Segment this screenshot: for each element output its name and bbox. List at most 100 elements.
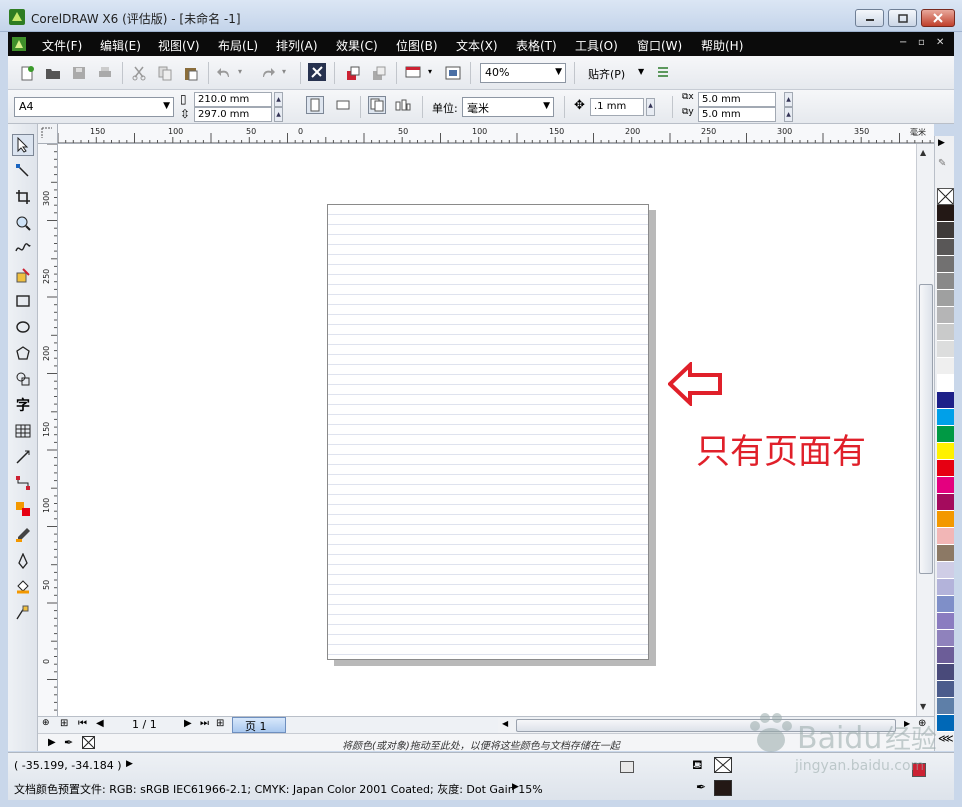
text-tool-icon[interactable]: 字 <box>12 394 34 416</box>
snap-dropdown-icon[interactable]: ▼ <box>638 67 644 76</box>
color-swatch[interactable] <box>937 630 954 647</box>
blend-tool-icon[interactable] <box>12 498 34 520</box>
dimension-tool-icon[interactable] <box>12 446 34 468</box>
all-pages-button[interactable] <box>368 96 386 114</box>
page-height-input[interactable]: 297.0 mm <box>194 107 272 122</box>
doc-restore-icon[interactable]: ▫ <box>918 37 925 48</box>
scroll-up-icon[interactable]: ▲ <box>920 148 926 157</box>
color-swatch[interactable] <box>937 392 954 409</box>
color-swatch[interactable] <box>937 545 954 562</box>
menu-table[interactable]: 表格(T) <box>516 37 557 54</box>
export-icon[interactable] <box>370 64 388 82</box>
no-color-swatch[interactable] <box>82 736 95 749</box>
interactive-fill-tool-icon[interactable] <box>12 602 34 624</box>
height-spinner-icon[interactable]: ▲ <box>274 107 283 122</box>
close-button[interactable] <box>921 9 955 27</box>
menu-arrange[interactable]: 排列(A) <box>276 37 318 54</box>
rectangle-tool-icon[interactable] <box>12 290 34 312</box>
palette-options-icon[interactable]: ▶ <box>48 737 56 748</box>
undo-dropdown-icon[interactable]: ▾ <box>238 67 242 76</box>
add-page-after-icon[interactable]: ⊞ <box>216 718 224 729</box>
basic-shapes-tool-icon[interactable] <box>12 368 34 390</box>
profile-expand-icon[interactable]: ▶ <box>512 782 519 792</box>
crop-tool-icon[interactable] <box>12 186 34 208</box>
color-swatch[interactable] <box>937 290 954 307</box>
undo-icon[interactable] <box>216 64 234 82</box>
redo-dropdown-icon[interactable]: ▾ <box>282 67 286 76</box>
snap-to-button[interactable]: 贴齐(P) <box>588 66 625 82</box>
color-swatch[interactable] <box>937 494 954 511</box>
maximize-button[interactable] <box>888 9 917 27</box>
drawing-canvas[interactable]: 只有页面有 <box>58 144 916 716</box>
zoom-one-shot-icon[interactable]: ⊕ <box>42 718 50 728</box>
print-icon[interactable] <box>96 64 114 82</box>
vertical-scrollbar[interactable]: ▲ ▼ <box>916 144 934 716</box>
color-swatch[interactable] <box>937 511 954 528</box>
color-swatch[interactable] <box>937 443 954 460</box>
color-swatch[interactable] <box>937 324 954 341</box>
color-swatch[interactable] <box>937 222 954 239</box>
menu-help[interactable]: 帮助(H) <box>701 37 743 54</box>
minimize-button[interactable] <box>855 9 884 27</box>
doc-minimize-icon[interactable]: − <box>899 37 907 48</box>
outline-pen-tool-icon[interactable] <box>12 550 34 572</box>
zoom-tool-icon[interactable] <box>12 212 34 234</box>
fill-tool-icon[interactable] <box>12 576 34 598</box>
width-spinner-icon[interactable]: ▲ <box>274 92 283 107</box>
cut-icon[interactable] <box>130 64 148 82</box>
page-size-select[interactable]: A4 ▼ <box>14 97 174 117</box>
import-icon[interactable] <box>344 64 362 82</box>
publish-pdf-icon[interactable] <box>404 64 422 82</box>
eyedropper-tool-icon[interactable] <box>12 524 34 546</box>
color-swatch[interactable] <box>937 681 954 698</box>
connector-tool-icon[interactable] <box>12 472 34 494</box>
color-swatch[interactable] <box>937 341 954 358</box>
pick-tool-icon[interactable] <box>12 134 34 156</box>
eyedropper-icon[interactable]: ✒ <box>64 736 73 749</box>
palette-eyedropper-icon[interactable]: ✎ <box>938 158 946 169</box>
color-swatch[interactable] <box>937 256 954 273</box>
color-swatch[interactable] <box>937 460 954 477</box>
ellipse-tool-icon[interactable] <box>12 316 34 338</box>
menu-window[interactable]: 窗口(W) <box>637 37 682 54</box>
zoom-level-select[interactable]: 40% ▼ <box>480 63 566 83</box>
polygon-tool-icon[interactable] <box>12 342 34 364</box>
units-select[interactable]: 毫米 ▼ <box>462 97 554 117</box>
color-swatch[interactable] <box>937 205 954 222</box>
shape-tool-icon[interactable] <box>12 160 34 182</box>
copy-icon[interactable] <box>156 64 174 82</box>
page-tab[interactable]: 页 1 <box>232 717 286 733</box>
color-proof-icon[interactable] <box>620 761 634 773</box>
dup-x-spinner-icon[interactable]: ▲ <box>784 92 793 107</box>
color-swatch[interactable] <box>937 613 954 630</box>
save-icon[interactable] <box>70 64 88 82</box>
landscape-orientation-button[interactable] <box>334 96 352 114</box>
document-page[interactable] <box>327 204 649 660</box>
menu-effects[interactable]: 效果(C) <box>336 37 378 54</box>
ruler-origin-corner[interactable] <box>38 124 58 144</box>
color-swatch[interactable] <box>937 307 954 324</box>
paste-icon[interactable] <box>182 64 200 82</box>
menu-file[interactable]: 文件(F) <box>42 37 82 54</box>
freehand-tool-icon[interactable] <box>12 238 34 260</box>
next-page-icon[interactable]: ▶ <box>184 718 192 729</box>
palette-scroll-up-icon[interactable]: ▶ <box>938 138 945 148</box>
duplicate-x-input[interactable]: 5.0 mm <box>698 92 776 107</box>
publish-dropdown-icon[interactable]: ▾ <box>428 67 432 76</box>
table-tool-icon[interactable] <box>12 420 34 442</box>
menu-layout[interactable]: 布局(L) <box>218 37 258 54</box>
menu-bitmaps[interactable]: 位图(B) <box>396 37 438 54</box>
dup-y-spinner-icon[interactable]: ▲ <box>784 107 793 122</box>
smart-fill-tool-icon[interactable] <box>12 264 34 286</box>
menu-view[interactable]: 视图(V) <box>158 37 200 54</box>
new-document-icon[interactable] <box>18 64 36 82</box>
outline-color-swatch[interactable] <box>714 780 732 796</box>
color-swatch[interactable] <box>937 596 954 613</box>
nudge-distance-input[interactable]: .1 mm <box>590 98 644 116</box>
color-swatch[interactable] <box>937 409 954 426</box>
color-swatch[interactable] <box>937 562 954 579</box>
application-launcher-icon[interactable] <box>444 64 462 82</box>
color-swatch[interactable] <box>937 579 954 596</box>
previous-page-icon[interactable]: ◀ <box>96 718 104 729</box>
color-swatch[interactable] <box>937 664 954 681</box>
